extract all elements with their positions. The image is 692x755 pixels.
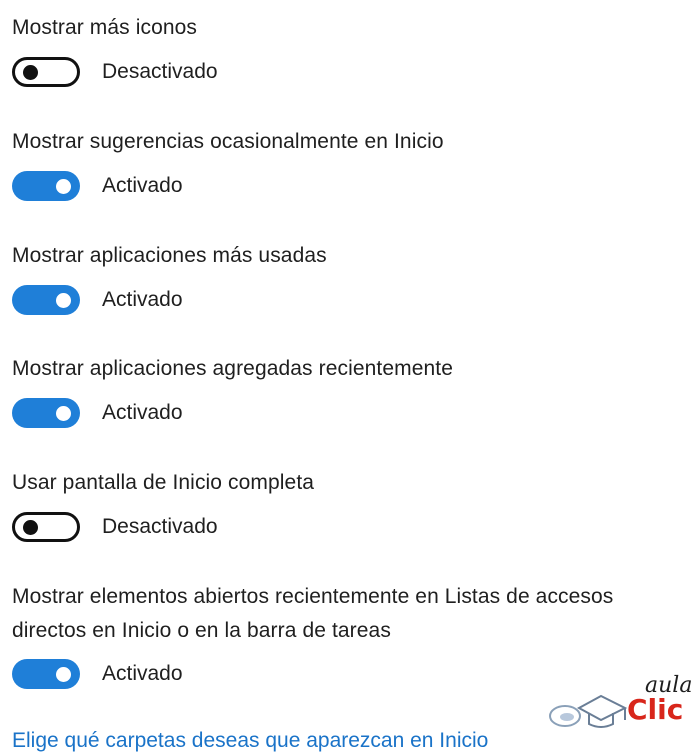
toggle-switch[interactable] (12, 398, 80, 428)
setting-label: Mostrar elementos abiertos recientemente… (12, 585, 614, 642)
toggle-state-label: Activado (102, 174, 183, 197)
choose-folders-link[interactable]: Elige qué carpetas deseas que aparezcan … (12, 727, 488, 755)
toggle-state-label: Desactivado (102, 515, 218, 538)
toggle-switch[interactable] (12, 512, 80, 542)
toggle-knob (56, 292, 71, 308)
toggle-knob (56, 178, 71, 194)
toggle-knob (23, 64, 38, 80)
toggle-row: Activado (12, 397, 688, 431)
setting-label: Usar pantalla de Inicio completa (12, 471, 315, 494)
toggle-row: Activado (12, 170, 688, 204)
toggle-row: Desactivado (12, 511, 688, 545)
setting-most-used-apps: Mostrar aplicaciones más usadas Activado (12, 240, 688, 318)
toggle-knob (56, 405, 71, 421)
toggle-row: Desactivado (12, 56, 688, 90)
setting-full-screen-start: Usar pantalla de Inicio completa Desacti… (12, 467, 688, 545)
toggle-switch[interactable] (12, 57, 80, 87)
aulaclic-logo: aula Clic (545, 674, 692, 734)
setting-label: Mostrar aplicaciones agregadas recientem… (12, 357, 453, 380)
toggle-knob (23, 519, 38, 535)
graduation-cap-icon (549, 694, 628, 728)
setting-label: Mostrar más iconos (12, 16, 198, 39)
setting-show-more-icons: Mostrar más iconos Desactivado (12, 12, 688, 90)
toggle-state-label: Activado (102, 401, 183, 424)
toggle-state-label: Activado (102, 662, 183, 685)
setting-label: Mostrar aplicaciones más usadas (12, 244, 327, 267)
setting-label: Mostrar sugerencias ocasionalmente en In… (12, 130, 444, 153)
toggle-knob (56, 666, 71, 682)
toggle-switch[interactable] (12, 171, 80, 201)
toggle-state-label: Activado (102, 288, 183, 311)
toggle-state-label: Desactivado (102, 60, 218, 83)
toggle-switch[interactable] (12, 659, 80, 689)
toggle-switch[interactable] (12, 285, 80, 315)
logo-text-clic: Clic (627, 693, 684, 726)
toggle-row: Activado (12, 284, 688, 318)
setting-show-suggestions: Mostrar sugerencias ocasionalmente en In… (12, 126, 688, 204)
setting-recently-added-apps: Mostrar aplicaciones agregadas recientem… (12, 353, 688, 431)
